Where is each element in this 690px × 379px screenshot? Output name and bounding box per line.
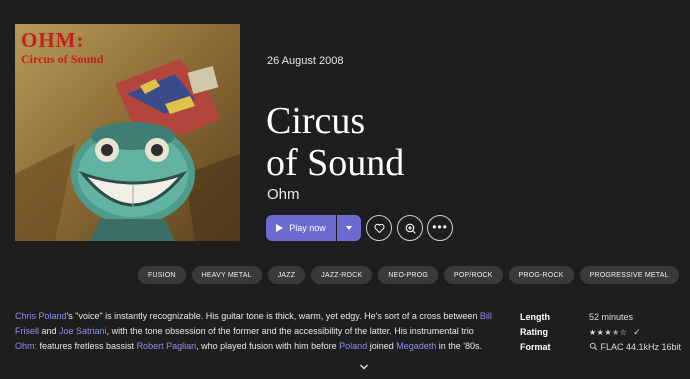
tag-neo-prog[interactable]: NEO-PROG — [378, 266, 439, 284]
album-title-line-2: of Sound — [266, 142, 405, 184]
rating-value[interactable]: ★★★★☆ ✓ — [589, 325, 641, 340]
description-text: 's "voice" is instantly recognizable. Hi… — [66, 311, 480, 321]
format-value: FLAC 44.1kHz 16bit — [589, 340, 681, 355]
add-to-playlist-button[interactable] — [397, 215, 423, 241]
tag-heavy-metal[interactable]: HEAVY METAL — [191, 266, 262, 284]
description-text: and — [39, 326, 60, 336]
tag-jazz-rock[interactable]: JAZZ-ROCK — [311, 266, 373, 284]
format-label: Format — [520, 342, 551, 352]
album-title-line-1: Circus — [266, 100, 366, 142]
rating-label: Rating — [520, 327, 548, 337]
cover-title-text: Circus of Sound — [21, 52, 104, 66]
check-icon: ✓ — [633, 327, 641, 337]
tag-prog-rock[interactable]: PROG-ROCK — [508, 266, 574, 284]
caret-down-icon — [346, 226, 352, 230]
format-text: FLAC 44.1kHz 16bit — [600, 342, 682, 352]
info-row-length: Length 52 minutes — [520, 310, 680, 325]
description-text: , who played fusion with him before — [196, 341, 340, 351]
tag-jazz[interactable]: JAZZ — [267, 266, 306, 284]
description-link-ohm[interactable]: Ohm: — [15, 341, 37, 351]
quality-search-icon — [589, 342, 598, 351]
chevron-down-icon — [359, 364, 369, 370]
more-icon: ••• — [432, 219, 448, 234]
genre-tags: FUSION HEAVY METAL JAZZ JAZZ-ROCK NEO-PR… — [138, 266, 679, 284]
star-icon: ★ — [589, 328, 597, 337]
tag-fusion[interactable]: FUSION — [138, 266, 186, 284]
expand-description-button[interactable] — [359, 358, 369, 376]
artist-link[interactable]: Ohm — [267, 186, 300, 203]
cover-band-text: OHM: — [21, 28, 85, 52]
add-to-playlist-icon — [405, 223, 416, 234]
description-text: features fretless bassist — [37, 341, 137, 351]
album-cover[interactable]: OHM: Circus of Sound — [15, 24, 240, 241]
play-now-button[interactable]: Play now — [266, 215, 336, 241]
star-empty-icon: ☆ — [619, 328, 628, 337]
star-icon: ★ — [604, 328, 613, 337]
play-options-dropdown[interactable] — [337, 215, 361, 241]
cover-text: OHM: Circus of Sound — [21, 28, 104, 66]
description-link-poland[interactable]: Poland — [339, 341, 367, 351]
favorite-button[interactable] — [366, 215, 392, 241]
description-text: in the '80s. — [436, 341, 483, 351]
description-text: joined — [367, 341, 397, 351]
more-options-button[interactable]: ••• — [427, 215, 453, 241]
description-link-robert-pagliari[interactable]: Robert Pagliari — [137, 341, 197, 351]
release-date: 26 August 2008 — [267, 55, 344, 67]
description-link-megadeth[interactable]: Megadeth — [396, 341, 436, 351]
info-row-format: Format FLAC 44.1kHz 16bit — [520, 340, 681, 355]
rating-stars[interactable]: ★★★★☆ — [589, 328, 630, 337]
play-now-label: Play now — [289, 223, 326, 233]
length-value: 52 minutes — [589, 312, 634, 322]
album-description: Chris Poland's "voice" is instantly reco… — [15, 309, 495, 354]
play-icon — [276, 224, 284, 232]
play-button-group: Play now — [266, 215, 361, 241]
length-label: Length — [520, 312, 550, 322]
description-link-joe-satriani[interactable]: Joe Satriani — [59, 326, 107, 336]
heart-icon — [374, 223, 384, 233]
description-link-chris-poland[interactable]: Chris Poland — [15, 311, 67, 321]
description-text: , with the tone obsession of the former … — [106, 326, 474, 336]
info-row-rating: Rating ★★★★☆ ✓ — [520, 325, 680, 340]
tag-pop-rock[interactable]: POP/ROCK — [444, 266, 503, 284]
star-half-icon: ★ — [612, 328, 620, 337]
album-info: Length 52 minutes Rating ★★★★☆ ✓ Format … — [520, 310, 681, 355]
album-title: Circus of Sound — [266, 100, 566, 184]
tag-progressive-metal[interactable]: PROGRESSIVE METAL — [579, 266, 679, 284]
